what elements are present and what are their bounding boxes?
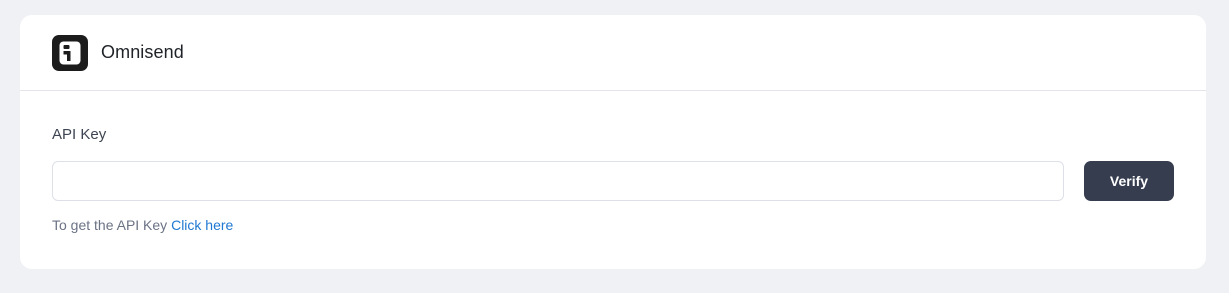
get-api-key-link[interactable]: Click here [171,217,233,233]
integration-card: Omnisend API Key Verify To get the API K… [20,15,1206,269]
app-name: Omnisend [101,42,184,62]
api-key-label: API Key [52,126,107,143]
omnisend-logo-icon [52,34,88,71]
help-text-prefix: To get the API Key [52,217,168,233]
verify-button[interactable]: Verify [1084,161,1174,201]
api-key-help: To get the API Key Click here [52,217,233,233]
api-key-input[interactable] [52,161,1064,201]
card-header: Omnisend [20,15,1206,91]
